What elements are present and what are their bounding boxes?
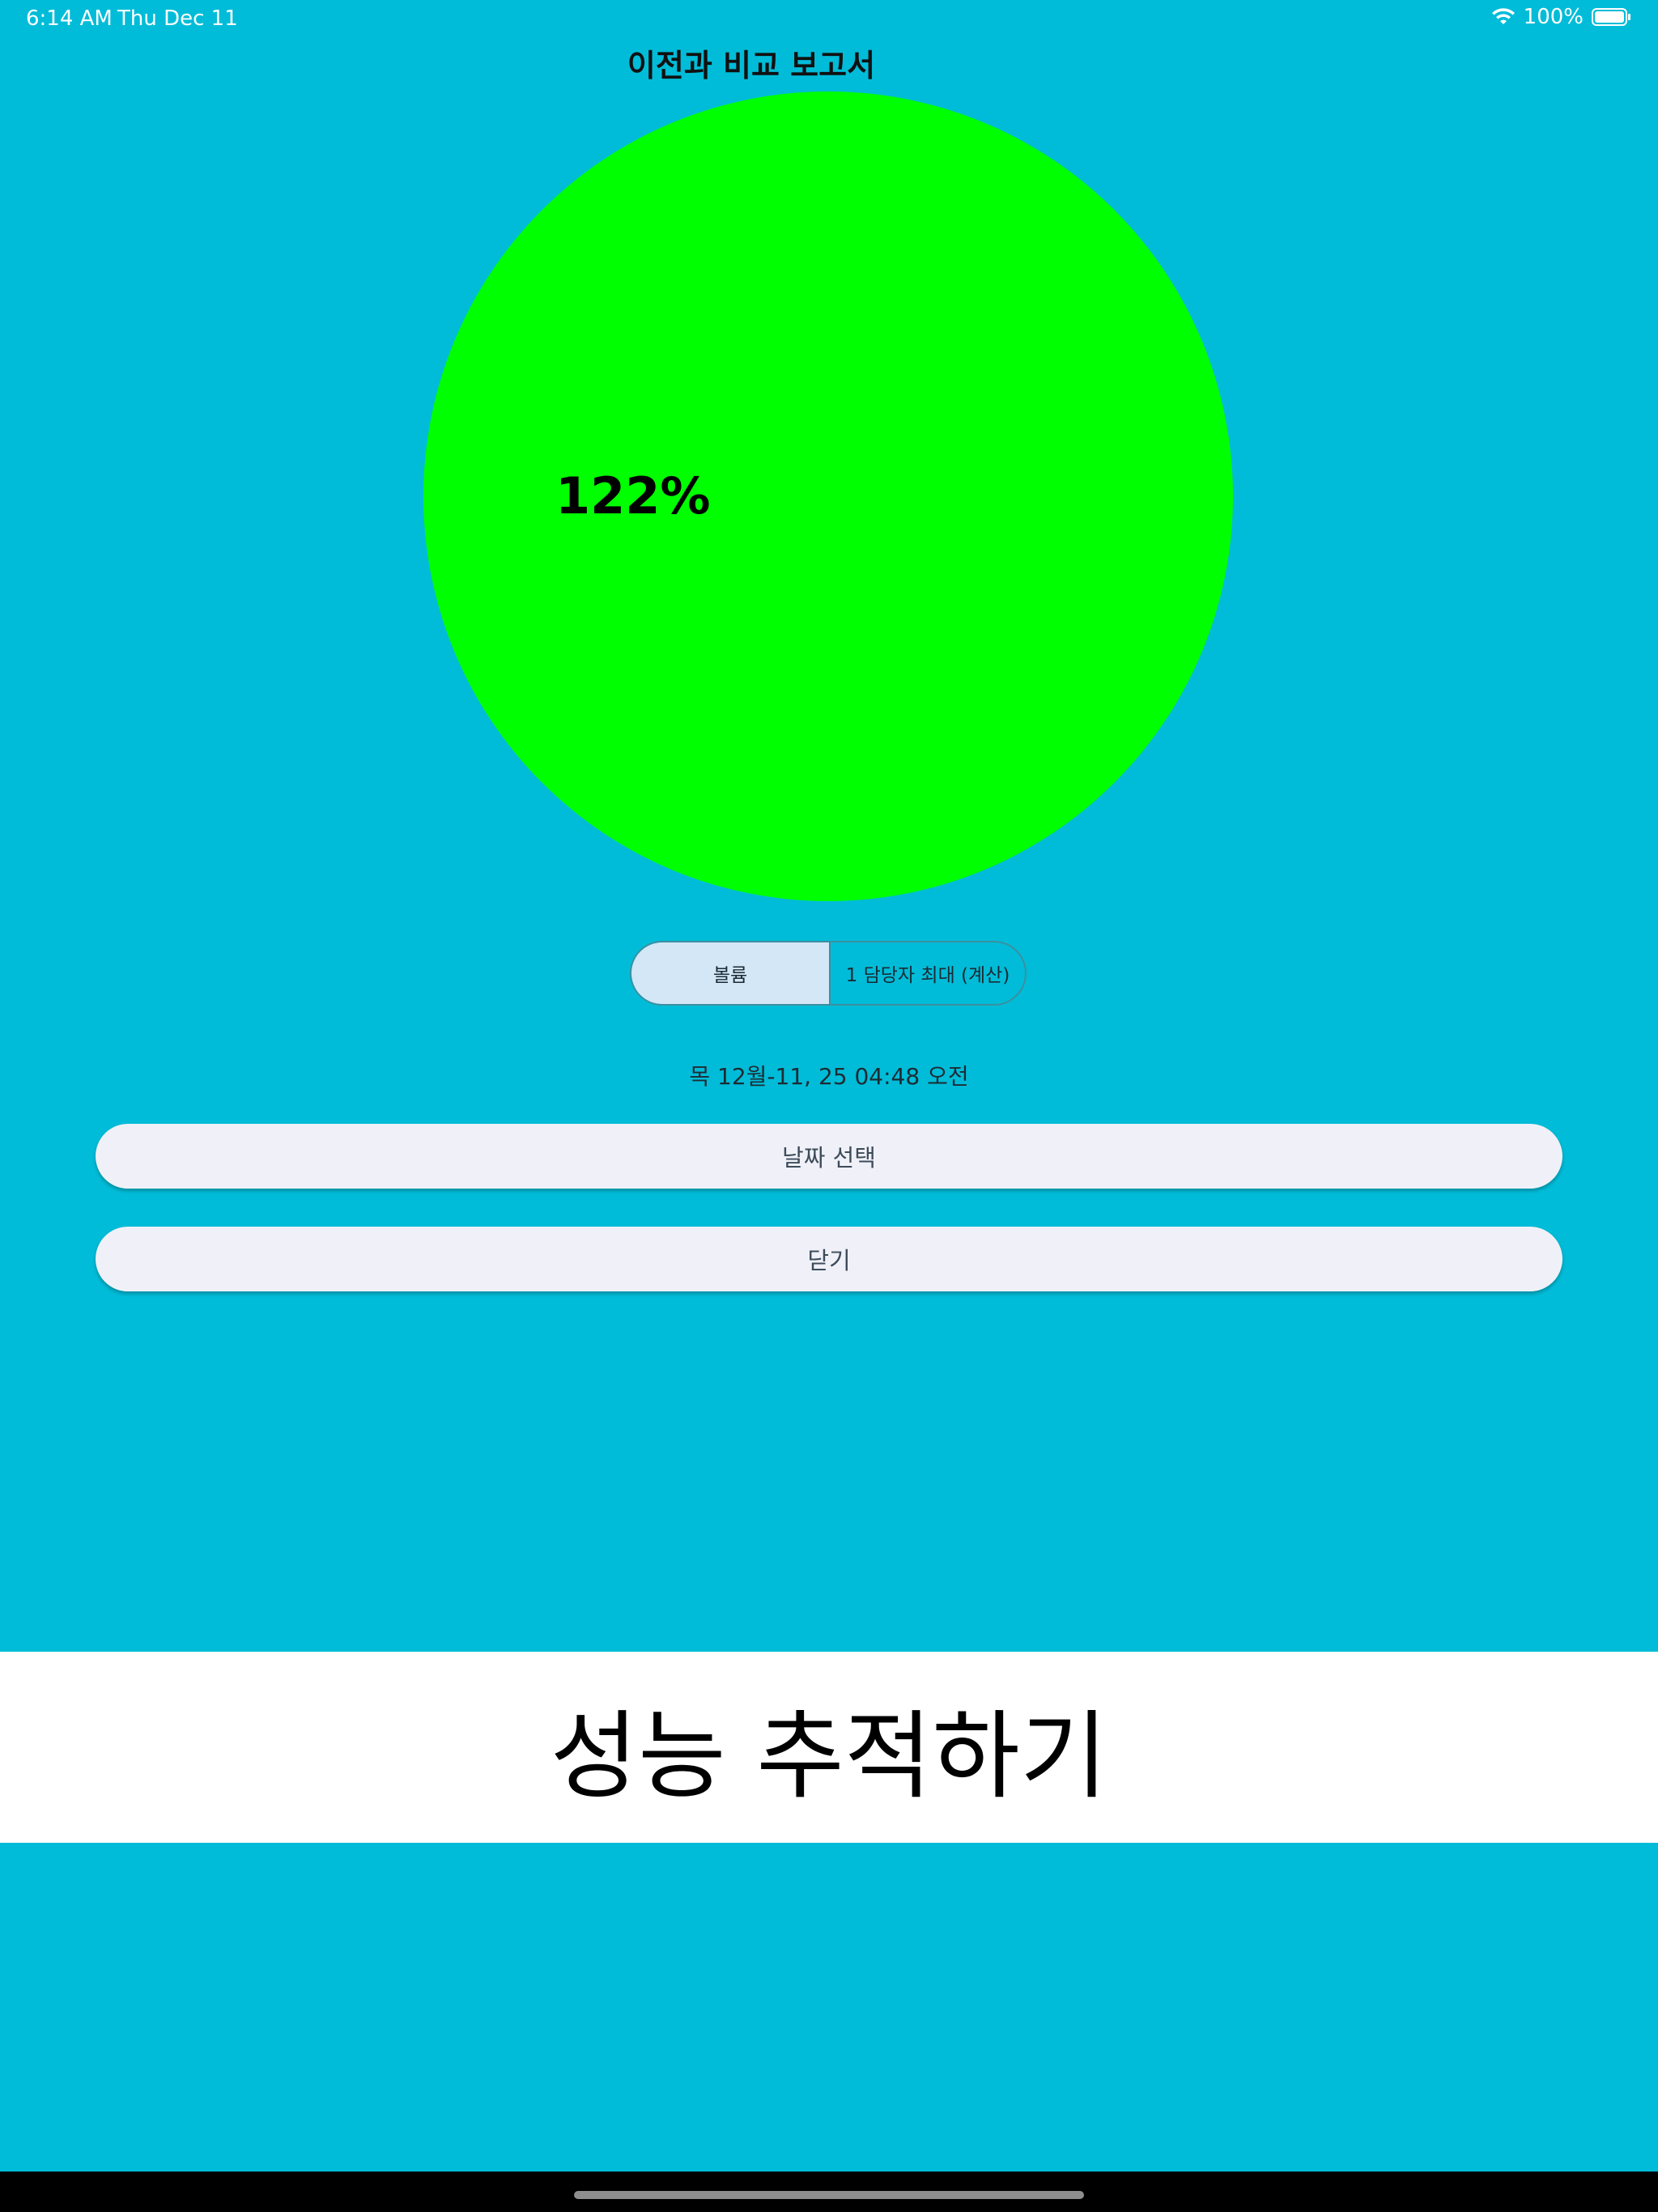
status-bar: 6:14 AM Thu Dec 11 100% [0,0,1658,39]
pie-chart [423,91,1233,901]
pie-slice-label: 122% [555,466,711,525]
select-date-button[interactable]: 날짜 선택 [96,1124,1562,1189]
battery-icon [1592,7,1632,27]
segment-volume[interactable]: 볼륨 [631,942,831,1004]
home-bar-area [0,2172,1658,2212]
battery-percentage: 100% [1523,5,1584,29]
status-date: Thu Dec 11 [117,6,238,31]
banner: 성능 추적하기 [0,1652,1658,1843]
segmented-control: 볼륨 1 담당자 최대 (계산) [630,941,1027,1006]
pie-slice [423,91,1233,901]
status-time: 6:14 AM [26,6,113,31]
timestamp-label: 목 12월-11, 25 04:48 오전 [689,1063,969,1090]
status-indicators: 100% [1491,5,1632,29]
home-indicator[interactable] [574,2191,1084,2199]
close-button[interactable]: 닫기 [96,1227,1562,1291]
segment-max-per-assignee[interactable]: 1 담당자 최대 (계산) [831,942,1025,1004]
banner-text: 성능 추적하기 [550,1699,1108,1812]
wifi-icon [1491,7,1516,27]
report-title: 이전과 비교 보고서 [627,48,876,83]
